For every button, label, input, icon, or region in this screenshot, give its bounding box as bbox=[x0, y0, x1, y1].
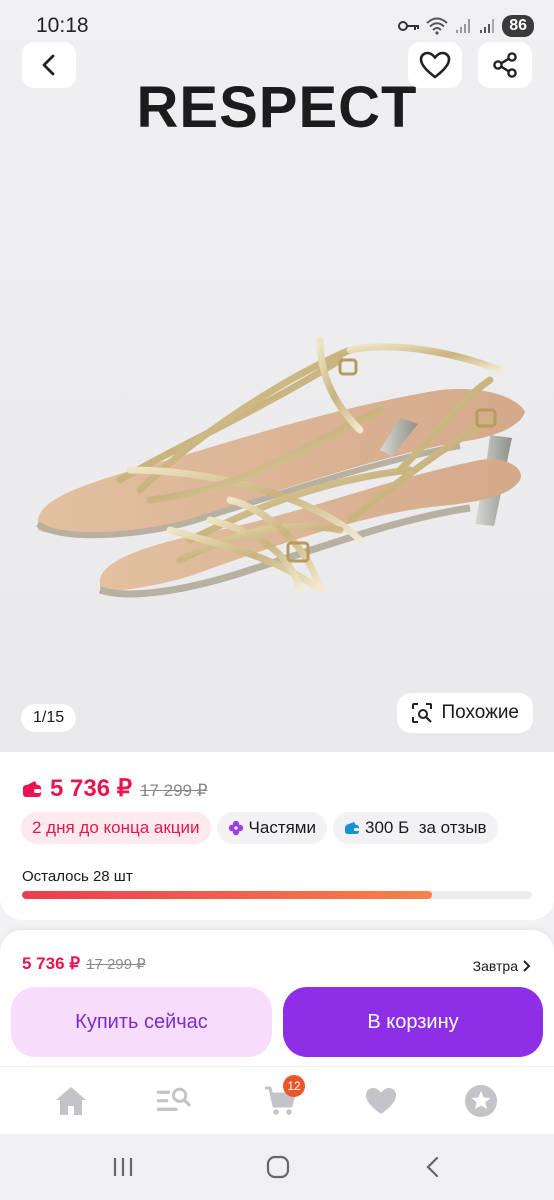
wifi-icon bbox=[426, 17, 448, 35]
installments-label: Частями bbox=[248, 818, 316, 837]
flower-icon bbox=[228, 820, 243, 836]
current-price: 5 736 ₽ bbox=[50, 775, 132, 802]
similar-label: Похожие bbox=[441, 702, 519, 723]
delivery-label: Завтра bbox=[472, 958, 518, 974]
promo-badge-label: 2 дня до конца акции bbox=[32, 818, 200, 837]
heart-icon bbox=[419, 51, 451, 79]
chevron-right-icon bbox=[523, 960, 531, 972]
stock-progress bbox=[22, 891, 532, 899]
share-button[interactable] bbox=[478, 42, 532, 88]
profile-icon bbox=[465, 1085, 497, 1117]
badges: 2 дня до конца акции Частями 300 Б за от… bbox=[21, 812, 498, 844]
home-circle-icon bbox=[266, 1155, 290, 1179]
old-price: 17 299 ₽ bbox=[140, 781, 208, 800]
installments-badge[interactable]: Частями bbox=[216, 812, 327, 844]
back-button[interactable] bbox=[22, 42, 76, 88]
panel-current-price: 5 736 ₽ bbox=[22, 954, 81, 973]
system-nav-bar bbox=[0, 1134, 554, 1200]
recents-button[interactable] bbox=[108, 1154, 138, 1180]
wallet-icon bbox=[23, 780, 41, 797]
battery-indicator: 86 bbox=[502, 15, 534, 37]
key-icon bbox=[398, 21, 420, 31]
delivery-link[interactable]: Завтра bbox=[473, 958, 532, 974]
bottom-nav: 12 bbox=[0, 1066, 554, 1134]
recents-icon bbox=[113, 1158, 133, 1176]
nav-cart[interactable]: 12 bbox=[262, 1075, 305, 1119]
status-time: 10:18 bbox=[36, 14, 89, 37]
add-to-cart-button[interactable]: В корзину bbox=[283, 987, 543, 1057]
stock-progress-fill bbox=[22, 891, 433, 899]
panel-price: 5 736 ₽ 17 299 ₽ bbox=[22, 954, 146, 974]
product-gallery[interactable]: RESPECT 1/15 Похожие bbox=[0, 40, 554, 752]
home-system-button[interactable] bbox=[263, 1154, 293, 1180]
favorites-icon bbox=[366, 1088, 396, 1114]
back-arrow-icon bbox=[426, 1156, 439, 1178]
home-icon bbox=[56, 1087, 86, 1115]
similar-button[interactable]: Похожие bbox=[397, 693, 533, 733]
chevron-left-icon bbox=[42, 54, 55, 76]
share-icon bbox=[493, 52, 517, 78]
stock-label: Осталось 28 шт bbox=[22, 868, 133, 885]
price-row: 5 736 ₽ 17 299 ₽ bbox=[22, 774, 208, 803]
catalog-search-icon bbox=[156, 1087, 191, 1111]
status-icons: 86 bbox=[398, 14, 534, 38]
buy-panel: 5 736 ₽ 17 299 ₽ Завтра Купить сейчас В … bbox=[0, 930, 554, 1066]
brand-logo: RESPECT bbox=[136, 75, 418, 140]
review-bonus-badge[interactable]: 300 Б за отзыв bbox=[333, 812, 498, 844]
nav-catalog[interactable] bbox=[155, 1083, 191, 1119]
wallet-icon bbox=[345, 822, 359, 834]
nav-home[interactable] bbox=[53, 1083, 89, 1119]
visual-search-icon bbox=[412, 703, 433, 723]
system-back-button[interactable] bbox=[418, 1154, 448, 1180]
price-card: 5 736 ₽ 17 299 ₽ 2 дня до конца акции Ча… bbox=[0, 752, 554, 920]
favorite-button[interactable] bbox=[408, 42, 462, 88]
review-bonus-label: 300 Б за отзыв bbox=[365, 818, 487, 837]
signal-icon bbox=[480, 19, 495, 33]
product-image bbox=[36, 336, 525, 598]
promo-badge[interactable]: 2 дня до конца акции bbox=[21, 812, 211, 844]
panel-old-price: 17 299 ₽ bbox=[86, 956, 146, 973]
signal-icon bbox=[456, 19, 471, 33]
cart-count-badge: 12 bbox=[283, 1075, 305, 1097]
image-pager: 1/15 bbox=[21, 704, 77, 732]
nav-profile[interactable] bbox=[463, 1083, 499, 1119]
nav-favorites[interactable] bbox=[363, 1083, 399, 1119]
buy-now-button[interactable]: Купить сейчас bbox=[11, 987, 272, 1057]
